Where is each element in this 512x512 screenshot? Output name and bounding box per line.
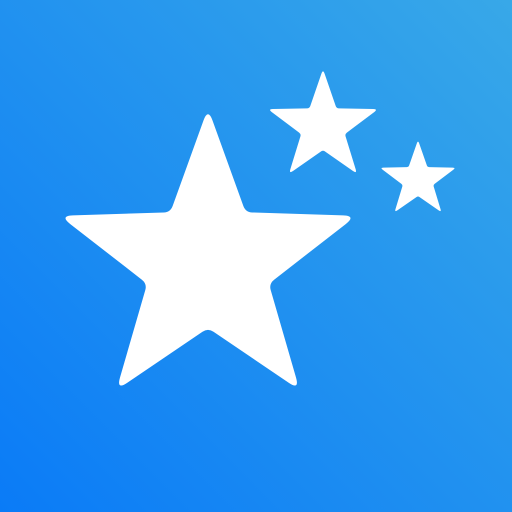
app-icon-graphic <box>0 0 512 512</box>
app-icon <box>0 0 512 512</box>
